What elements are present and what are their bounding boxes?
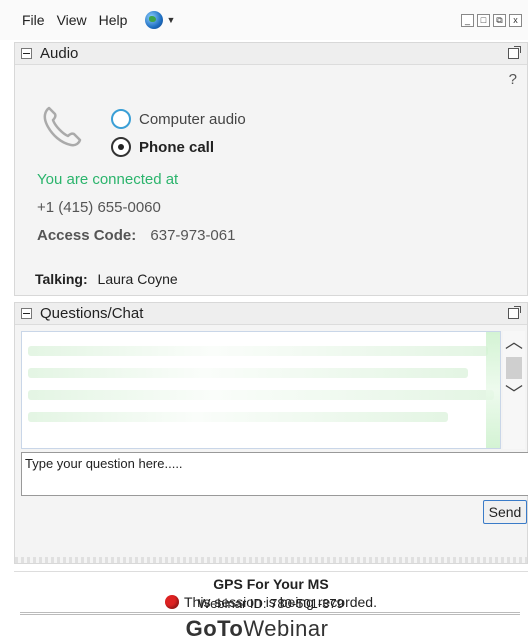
maximize-button[interactable]: □ — [477, 14, 490, 27]
redacted-message — [28, 412, 448, 422]
restore-button[interactable]: ⧉ — [493, 14, 506, 27]
access-code-label: Access Code: — [37, 227, 137, 244]
phone-call-option[interactable]: Phone call — [111, 137, 214, 157]
menu-file[interactable]: File — [22, 12, 45, 28]
talking-label: Talking: — [35, 271, 88, 287]
gotowebinar-logo: GoToWebinar — [0, 616, 514, 641]
logo-bold: GoTo — [185, 616, 244, 641]
chevron-down-icon: ▼ — [166, 15, 176, 25]
divider — [20, 612, 520, 613]
help-icon[interactable]: ? — [509, 71, 517, 88]
collapse-icon[interactable] — [21, 48, 32, 59]
globe-icon — [145, 11, 164, 29]
session-title: GPS For Your MS — [213, 576, 329, 592]
question-input[interactable]: Type your question here..... — [21, 452, 528, 496]
phone-call-radio[interactable] — [111, 137, 131, 157]
collapse-icon[interactable] — [21, 308, 32, 319]
close-button[interactable]: x — [509, 14, 522, 27]
access-code-value: 637-973-061 — [150, 227, 236, 244]
menu-view[interactable]: View — [57, 12, 87, 28]
window-controls: _ □ ⧉ x — [461, 14, 522, 27]
minimize-button[interactable]: _ — [461, 14, 474, 27]
redacted-message — [28, 390, 494, 400]
chat-panel: Questions/Chat ︿ ﹀ Type your question he… — [14, 302, 528, 564]
send-button[interactable]: Send — [483, 500, 527, 524]
divider — [20, 614, 520, 615]
phone-call-label: Phone call — [139, 138, 215, 156]
talking-name: Laura Coyne — [97, 271, 178, 287]
menu-help[interactable]: Help — [99, 12, 128, 28]
chat-panel-title: Questions/Chat — [40, 305, 144, 322]
access-code-row: Access Code: 637-973-061 — [37, 227, 235, 244]
chat-log[interactable] — [21, 331, 501, 449]
menu-bar: File View Help ▼ _ □ ⧉ x — [0, 0, 528, 40]
redaction-edge — [486, 332, 500, 448]
redacted-message — [28, 368, 468, 378]
panel-resize-grip[interactable] — [15, 557, 527, 563]
audio-panel-title: Audio — [40, 45, 79, 62]
chat-scrollbar[interactable]: ︿ ﹀ — [503, 331, 525, 449]
language-menu[interactable]: ▼ — [145, 11, 175, 29]
popout-icon[interactable] — [508, 306, 521, 319]
record-icon — [165, 595, 179, 609]
scroll-down-icon[interactable]: ﹀ — [503, 383, 525, 405]
popout-icon[interactable] — [508, 46, 521, 59]
scroll-thumb[interactable] — [506, 357, 522, 379]
computer-audio-option[interactable]: Computer audio — [111, 109, 246, 129]
recording-notice: This session is being recorded. — [14, 594, 528, 610]
audio-panel: Audio ? Computer audio Phone call You ar… — [14, 42, 528, 296]
phone-icon — [43, 106, 82, 147]
computer-audio-label: Computer audio — [139, 110, 246, 128]
redacted-message — [28, 346, 488, 356]
connection-status: You are connected at — [37, 171, 179, 188]
scroll-up-icon[interactable]: ︿ — [503, 331, 525, 353]
computer-audio-radio[interactable] — [111, 109, 131, 129]
talking-row: Talking: Laura Coyne — [35, 271, 178, 287]
audio-panel-header: Audio — [15, 43, 527, 65]
dial-in-number: +1 (415) 655-0060 — [37, 199, 161, 216]
chat-panel-header: Questions/Chat — [15, 303, 527, 325]
recording-text: This session is being recorded. — [184, 594, 377, 610]
logo-light: Webinar — [243, 616, 329, 641]
